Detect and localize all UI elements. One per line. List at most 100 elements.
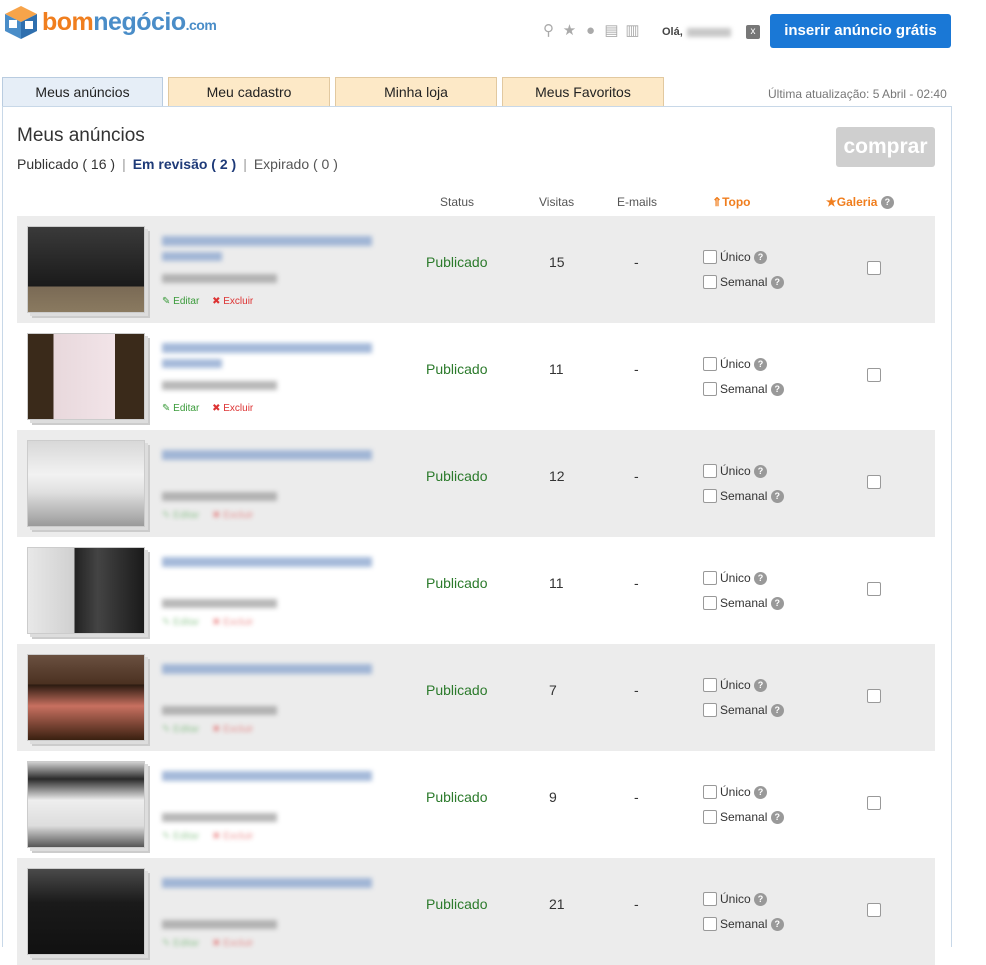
tab-my-ads[interactable]: Meus anúncios [2,77,163,107]
document-icon[interactable]: ▤ [603,22,620,39]
logo-part1: bom [42,7,94,36]
topo-unico-option[interactable]: Único ? [703,571,768,585]
ad-title-blurred[interactable] [162,450,372,460]
topo-semanal-checkbox[interactable] [703,917,717,931]
delete-link[interactable]: ✖ Excluir [212,617,253,628]
topo-unico-checkbox[interactable] [703,250,717,264]
edit-label: Editar [173,403,200,414]
delete-link[interactable]: ✖ Excluir [212,403,253,414]
help-icon[interactable]: ? [754,357,768,371]
ad-thumbnail[interactable] [27,440,145,527]
topo-semanal-checkbox[interactable] [703,489,717,503]
galeria-checkbox[interactable] [867,582,881,596]
edit-link[interactable]: ✎ Editar [162,403,199,414]
tab-my-favorites[interactable]: Meus Favoritos [502,77,664,107]
help-icon[interactable]: ? [754,678,768,692]
topo-semanal-option[interactable]: Semanal ? [703,596,784,610]
edit-link[interactable]: ✎ Editar [162,296,199,307]
topo-semanal-option[interactable]: Semanal ? [703,917,784,931]
help-icon[interactable]: ? [754,464,768,478]
galeria-checkbox[interactable] [867,689,881,703]
tab-my-profile[interactable]: Meu cadastro [168,77,330,107]
ad-title-blurred[interactable] [162,771,372,781]
help-icon[interactable]: ? [880,196,894,210]
topo-semanal-checkbox[interactable] [703,810,717,824]
topo-unico-checkbox[interactable] [703,678,717,692]
ad-thumbnail[interactable] [27,226,145,313]
help-icon[interactable]: ? [770,275,784,289]
galeria-checkbox[interactable] [867,261,881,275]
topo-semanal-checkbox[interactable] [703,703,717,717]
topo-semanal-checkbox[interactable] [703,596,717,610]
delete-link[interactable]: ✖ Excluir [212,510,253,521]
ad-photo [28,227,144,312]
chat-icon[interactable]: ● [582,22,599,39]
ad-title-blurred[interactable] [162,664,372,674]
edit-link[interactable]: ✎ Editar [162,831,199,842]
galeria-checkbox[interactable] [867,368,881,382]
username-blurred[interactable] [686,27,731,37]
search-icon[interactable]: ⚲ [540,22,557,39]
topo-unico-checkbox[interactable] [703,892,717,906]
delete-link[interactable]: ✖ Excluir [212,296,253,307]
topo-semanal-checkbox[interactable] [703,275,717,289]
pencil-icon: ✎ [162,617,171,628]
help-icon[interactable]: ? [754,571,768,585]
topo-unico-option[interactable]: Único ? [703,892,768,906]
insert-ad-button[interactable]: inserir anúncio grátis [770,14,951,48]
ad-title-blurred[interactable] [162,878,372,888]
topo-unico-option[interactable]: Único ? [703,464,768,478]
galeria-checkbox[interactable] [867,475,881,489]
tab-my-store[interactable]: Minha loja [335,77,497,107]
galeria-checkbox[interactable] [867,903,881,917]
help-icon[interactable]: ? [770,596,784,610]
ad-title-blurred[interactable] [162,343,372,353]
buy-button[interactable]: comprar [836,127,935,167]
topo-semanal-option[interactable]: Semanal ? [703,810,784,824]
topo-semanal-option[interactable]: Semanal ? [703,275,784,289]
help-icon[interactable]: ? [754,785,768,799]
topo-unico-checkbox[interactable] [703,464,717,478]
ad-thumbnail[interactable] [27,761,145,848]
site-logo[interactable]: bomnegócio.com [2,0,217,44]
filter-expired[interactable]: Expirado ( 0 ) [254,156,338,172]
topo-unico-option[interactable]: Único ? [703,250,768,264]
delete-link[interactable]: ✖ Excluir [212,724,253,735]
help-icon[interactable]: ? [770,810,784,824]
ad-title-blurred[interactable] [162,236,372,246]
topo-unico-option[interactable]: Único ? [703,678,768,692]
ad-thumbnail[interactable] [27,547,145,634]
ad-thumbnail[interactable] [27,654,145,741]
delete-link[interactable]: ✖ Excluir [212,831,253,842]
help-icon[interactable]: ? [754,250,768,264]
galeria-checkbox[interactable] [867,796,881,810]
topo-unico-checkbox[interactable] [703,785,717,799]
filter-in-review[interactable]: Em revisão ( 2 ) [133,156,237,172]
help-icon[interactable]: ? [770,917,784,931]
topo-unico-checkbox[interactable] [703,357,717,371]
ad-title-blurred[interactable] [162,557,372,567]
star-icon[interactable]: ★ [561,22,578,39]
topo-semanal-option[interactable]: Semanal ? [703,703,784,717]
filter-published[interactable]: Publicado ( 16 ) [17,156,115,172]
topo-semanal-option[interactable]: Semanal ? [703,489,784,503]
help-icon[interactable]: ? [770,703,784,717]
help-icon[interactable]: ? [770,489,784,503]
store-icon[interactable]: ▥ [624,22,641,39]
edit-link[interactable]: ✎ Editar [162,938,199,949]
help-icon[interactable]: ? [754,892,768,906]
edit-link[interactable]: ✎ Editar [162,724,199,735]
topo-unico-checkbox[interactable] [703,571,717,585]
topo-semanal-option[interactable]: Semanal ? [703,382,784,396]
topo-unico-option[interactable]: Único ? [703,357,768,371]
ad-thumbnail[interactable] [27,868,145,955]
ad-thumbnail[interactable] [27,333,145,420]
delete-link[interactable]: ✖ Excluir [212,938,253,949]
pencil-icon: ✎ [162,724,171,735]
help-icon[interactable]: ? [770,382,784,396]
topo-semanal-checkbox[interactable] [703,382,717,396]
topo-unico-option[interactable]: Único ? [703,785,768,799]
edit-link[interactable]: ✎ Editar [162,617,199,628]
edit-link[interactable]: ✎ Editar [162,510,199,521]
logout-close-button[interactable]: x [746,25,760,39]
